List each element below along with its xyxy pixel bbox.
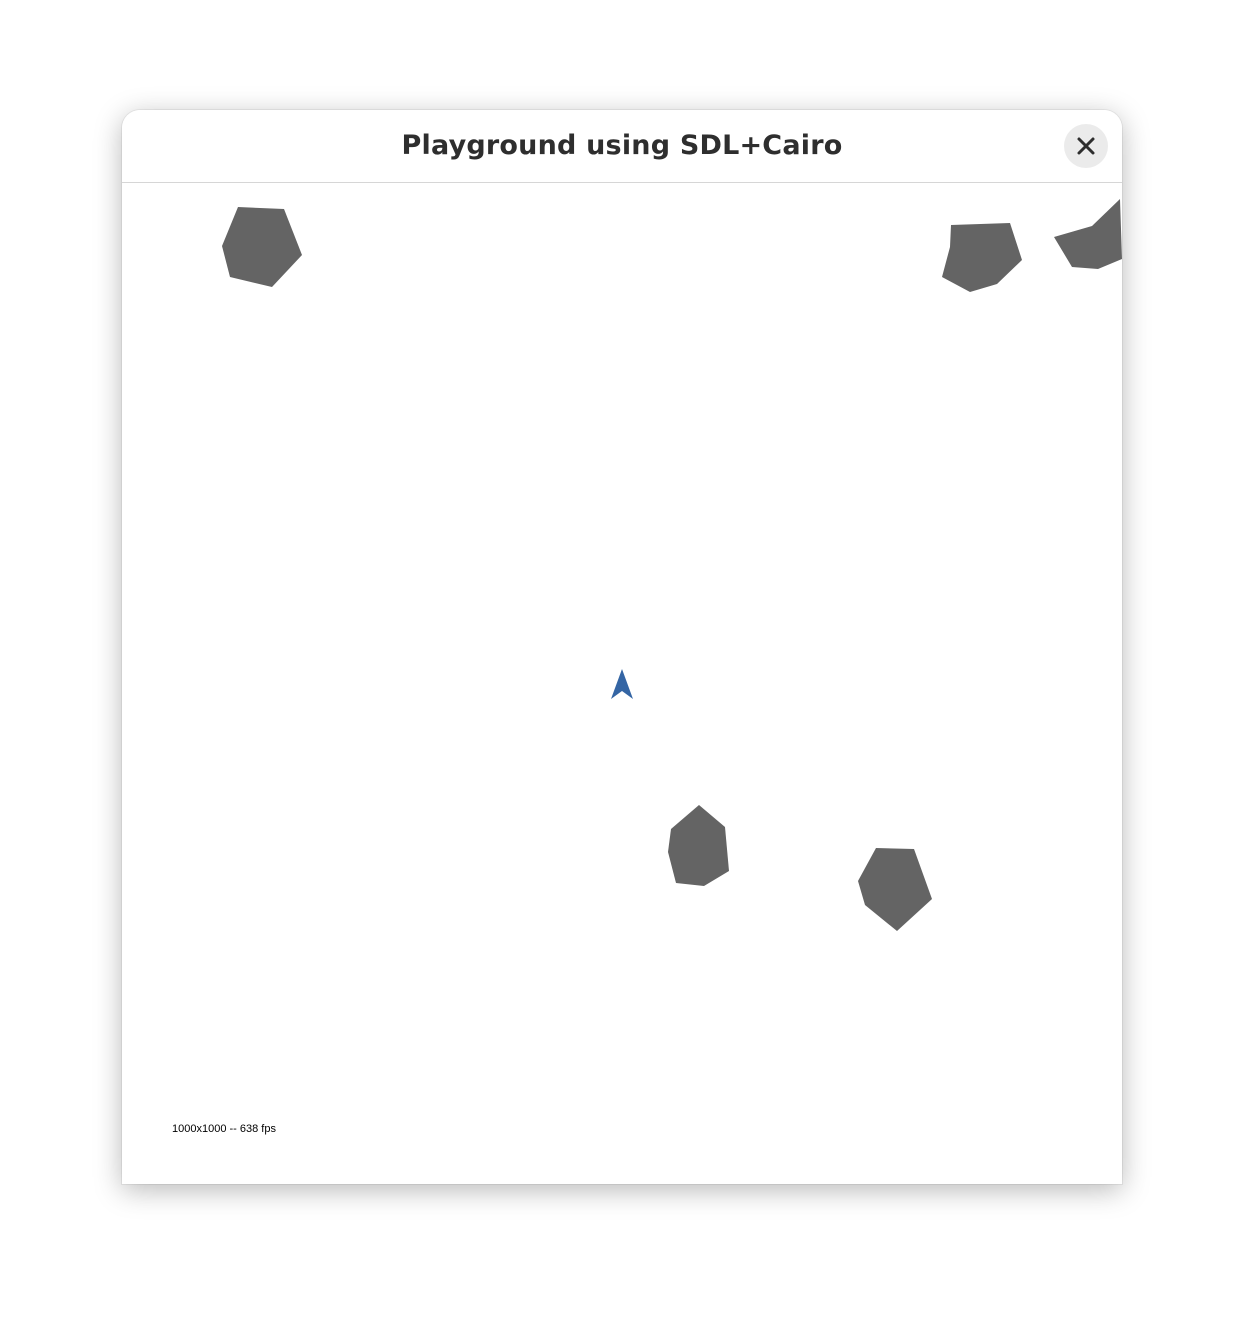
close-icon <box>1077 137 1095 155</box>
asteroid <box>668 805 729 886</box>
asteroid <box>222 207 302 287</box>
title-bar[interactable]: Playground using SDL+Cairo <box>122 110 1122 183</box>
app-window: Playground using SDL+Cairo 1000x1000 -- … <box>122 110 1122 1184</box>
ship <box>611 669 633 699</box>
asteroid <box>858 848 932 931</box>
window-title: Playground using SDL+Cairo <box>401 130 843 161</box>
asteroid <box>1054 199 1122 269</box>
close-button[interactable] <box>1064 124 1108 168</box>
fps-readout: 1000x1000 -- 638 fps <box>172 1123 276 1135</box>
game-canvas[interactable]: 1000x1000 -- 638 fps <box>122 183 1122 1184</box>
asteroid <box>942 223 1022 292</box>
game-scene <box>222 199 1122 931</box>
